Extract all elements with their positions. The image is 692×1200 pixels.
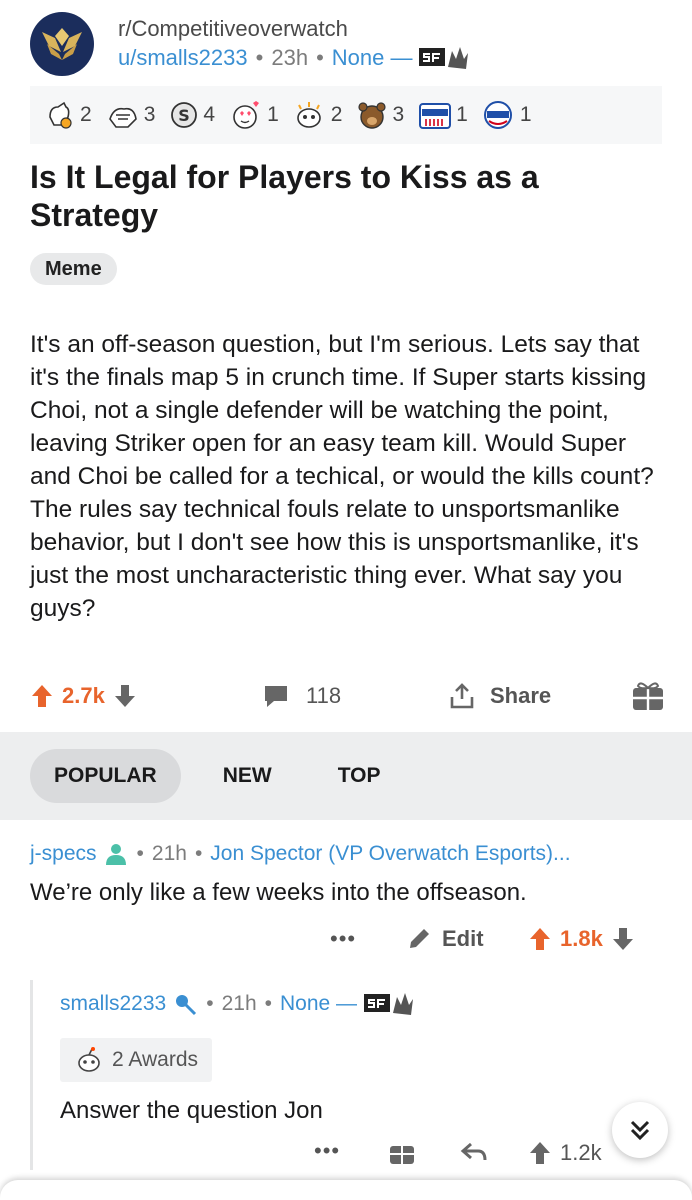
post-age: 23h xyxy=(271,45,309,70)
separator-dot: • xyxy=(255,45,264,70)
separator-dot: • xyxy=(136,842,144,865)
comment-meta: smalls2233 • 21h • None — xyxy=(60,988,670,1020)
reply-vote-group: 1.2k xyxy=(528,1140,610,1166)
award-helpful: 2 xyxy=(44,99,92,131)
wholesome-icon xyxy=(108,107,137,128)
snoo-gold-icon xyxy=(296,102,321,128)
bottom-sheet[interactable] xyxy=(0,1180,692,1200)
op-microphone-icon xyxy=(176,995,197,1016)
upvote-arrow-icon[interactable] xyxy=(528,926,552,952)
post-meta: u/smalls2233 • 23h • None — xyxy=(118,43,470,73)
comment-flair: Jon Spector (VP Overwatch Esports)... xyxy=(210,842,571,865)
gift-award-icon[interactable] xyxy=(630,678,666,712)
separator-dot: • xyxy=(194,842,203,865)
reply-comment: smalls2233 • 21h • None — 2 Awards Answe xyxy=(60,988,670,1128)
post-header: r/Competitiveoverwatch u/smalls2233 • 23… xyxy=(30,12,672,76)
separator-dot: • xyxy=(264,992,272,1015)
separator-dot: • xyxy=(206,992,214,1015)
sort-tab-top[interactable]: TOP xyxy=(314,749,405,803)
pencil-icon xyxy=(410,929,429,948)
heart-eyes-icon xyxy=(233,101,260,129)
post-body: It's an off-season question, but I'm ser… xyxy=(30,331,654,622)
winged-badge-icon xyxy=(42,28,82,60)
silver-s-icon: S xyxy=(171,102,198,128)
post-score: 2.7k xyxy=(62,683,105,708)
downvote-arrow-icon[interactable] xyxy=(611,926,635,952)
upvote-arrow-icon[interactable] xyxy=(528,1140,552,1166)
edit-button[interactable]: Edit xyxy=(406,926,484,952)
award-count: 3 xyxy=(392,103,405,126)
sf-shock-flair-icon xyxy=(418,45,470,71)
post-flair-tag[interactable]: Meme xyxy=(30,253,117,285)
comment-score: 1.8k xyxy=(560,926,603,951)
award-count: 1 xyxy=(267,103,279,126)
comment-author[interactable]: j-specs xyxy=(30,838,97,870)
comment-age: 21h xyxy=(221,992,257,1015)
comment: j-specs • 21h • Jon Spector (VP Overwatc… xyxy=(30,838,670,910)
reply-arrow-icon[interactable] xyxy=(460,1140,488,1166)
snoo-award-icon xyxy=(78,1047,100,1072)
award-count: 2 xyxy=(80,103,92,126)
award-silver: S 4 xyxy=(169,100,215,130)
comments-button[interactable]: 118 xyxy=(262,683,341,709)
comments-count: 118 xyxy=(306,683,342,708)
bear-icon xyxy=(358,102,387,129)
comment-meta: j-specs • 21h • Jon Spector (VP Overwatc… xyxy=(30,838,670,870)
award-bear: 3 xyxy=(356,99,404,131)
more-options-button[interactable]: ••• xyxy=(330,926,356,952)
award-wholesome: 3 xyxy=(106,99,156,131)
comment-author[interactable]: smalls2233 xyxy=(60,988,166,1020)
double-chevron-down-icon xyxy=(630,1120,650,1141)
post-title: Is It Legal for Players to Kiss as a Str… xyxy=(30,159,539,233)
post-author[interactable]: u/smalls2233 xyxy=(118,43,248,73)
award-voted: 1 xyxy=(418,99,468,131)
award-vote: 1 xyxy=(482,99,532,131)
user-flair-text: None — xyxy=(331,45,413,70)
comment-text: We’re only like a few weeks into the off… xyxy=(30,879,527,906)
share-label: Share xyxy=(490,683,552,708)
next-comment-button[interactable] xyxy=(612,1102,668,1158)
comment-sort-bar: POPULAR NEW TOP xyxy=(0,732,692,820)
upvote-arrow-icon[interactable] xyxy=(30,683,54,709)
award-count: 4 xyxy=(203,103,216,126)
voted-icon xyxy=(419,103,452,129)
award-count: 2 xyxy=(330,103,343,126)
awards-bar[interactable]: 2 3 S 4 1 2 3 1 1 xyxy=(30,86,662,144)
comment-awards-chip[interactable]: 2 Awards xyxy=(60,1038,212,1082)
svg-text:S: S xyxy=(179,106,191,125)
sf-shock-flair-icon xyxy=(363,991,415,1017)
more-options-button[interactable]: ••• xyxy=(314,1138,340,1164)
sort-tab-new[interactable]: NEW xyxy=(199,749,296,803)
thread-line[interactable] xyxy=(30,980,33,1170)
separator-dot: • xyxy=(316,45,324,70)
award-count: 1 xyxy=(456,103,468,126)
downvote-arrow-icon[interactable] xyxy=(113,683,137,709)
award-snoo: 2 xyxy=(293,99,343,131)
helpful-hand-icon xyxy=(49,101,72,129)
award-count: 1 xyxy=(519,103,532,126)
comment-text: Answer the question Jon xyxy=(60,1097,323,1124)
gift-award-icon[interactable] xyxy=(388,1138,416,1166)
subreddit-avatar[interactable] xyxy=(30,12,94,76)
user-profile-icon xyxy=(105,844,126,865)
award-heart-eyes: 1 xyxy=(229,99,279,131)
reply-more-group: ••• xyxy=(314,1138,340,1164)
share-button[interactable]: Share xyxy=(448,682,551,710)
comment-edit-group: Edit xyxy=(406,926,484,952)
user-flair-text: None — xyxy=(280,992,358,1015)
comment-actions: ••• xyxy=(330,926,356,952)
sort-tab-popular[interactable]: POPULAR xyxy=(30,749,181,803)
comment-score: 1.2k xyxy=(560,1140,602,1165)
awards-count-label: 2 Awards xyxy=(112,1048,198,1071)
share-icon xyxy=(450,683,474,709)
award-count: 3 xyxy=(143,103,156,126)
post-vote-group: 2.7k xyxy=(30,683,137,709)
subreddit-name[interactable]: r/Competitiveoverwatch xyxy=(118,15,470,43)
comment-age: 21h xyxy=(151,842,187,865)
post-actions: 2.7k 118 Share xyxy=(30,676,670,716)
vote-icon xyxy=(483,101,512,129)
comment-vote-group: 1.8k xyxy=(528,926,635,952)
comment-bubble-icon xyxy=(265,686,287,707)
edit-label: Edit xyxy=(442,926,484,951)
